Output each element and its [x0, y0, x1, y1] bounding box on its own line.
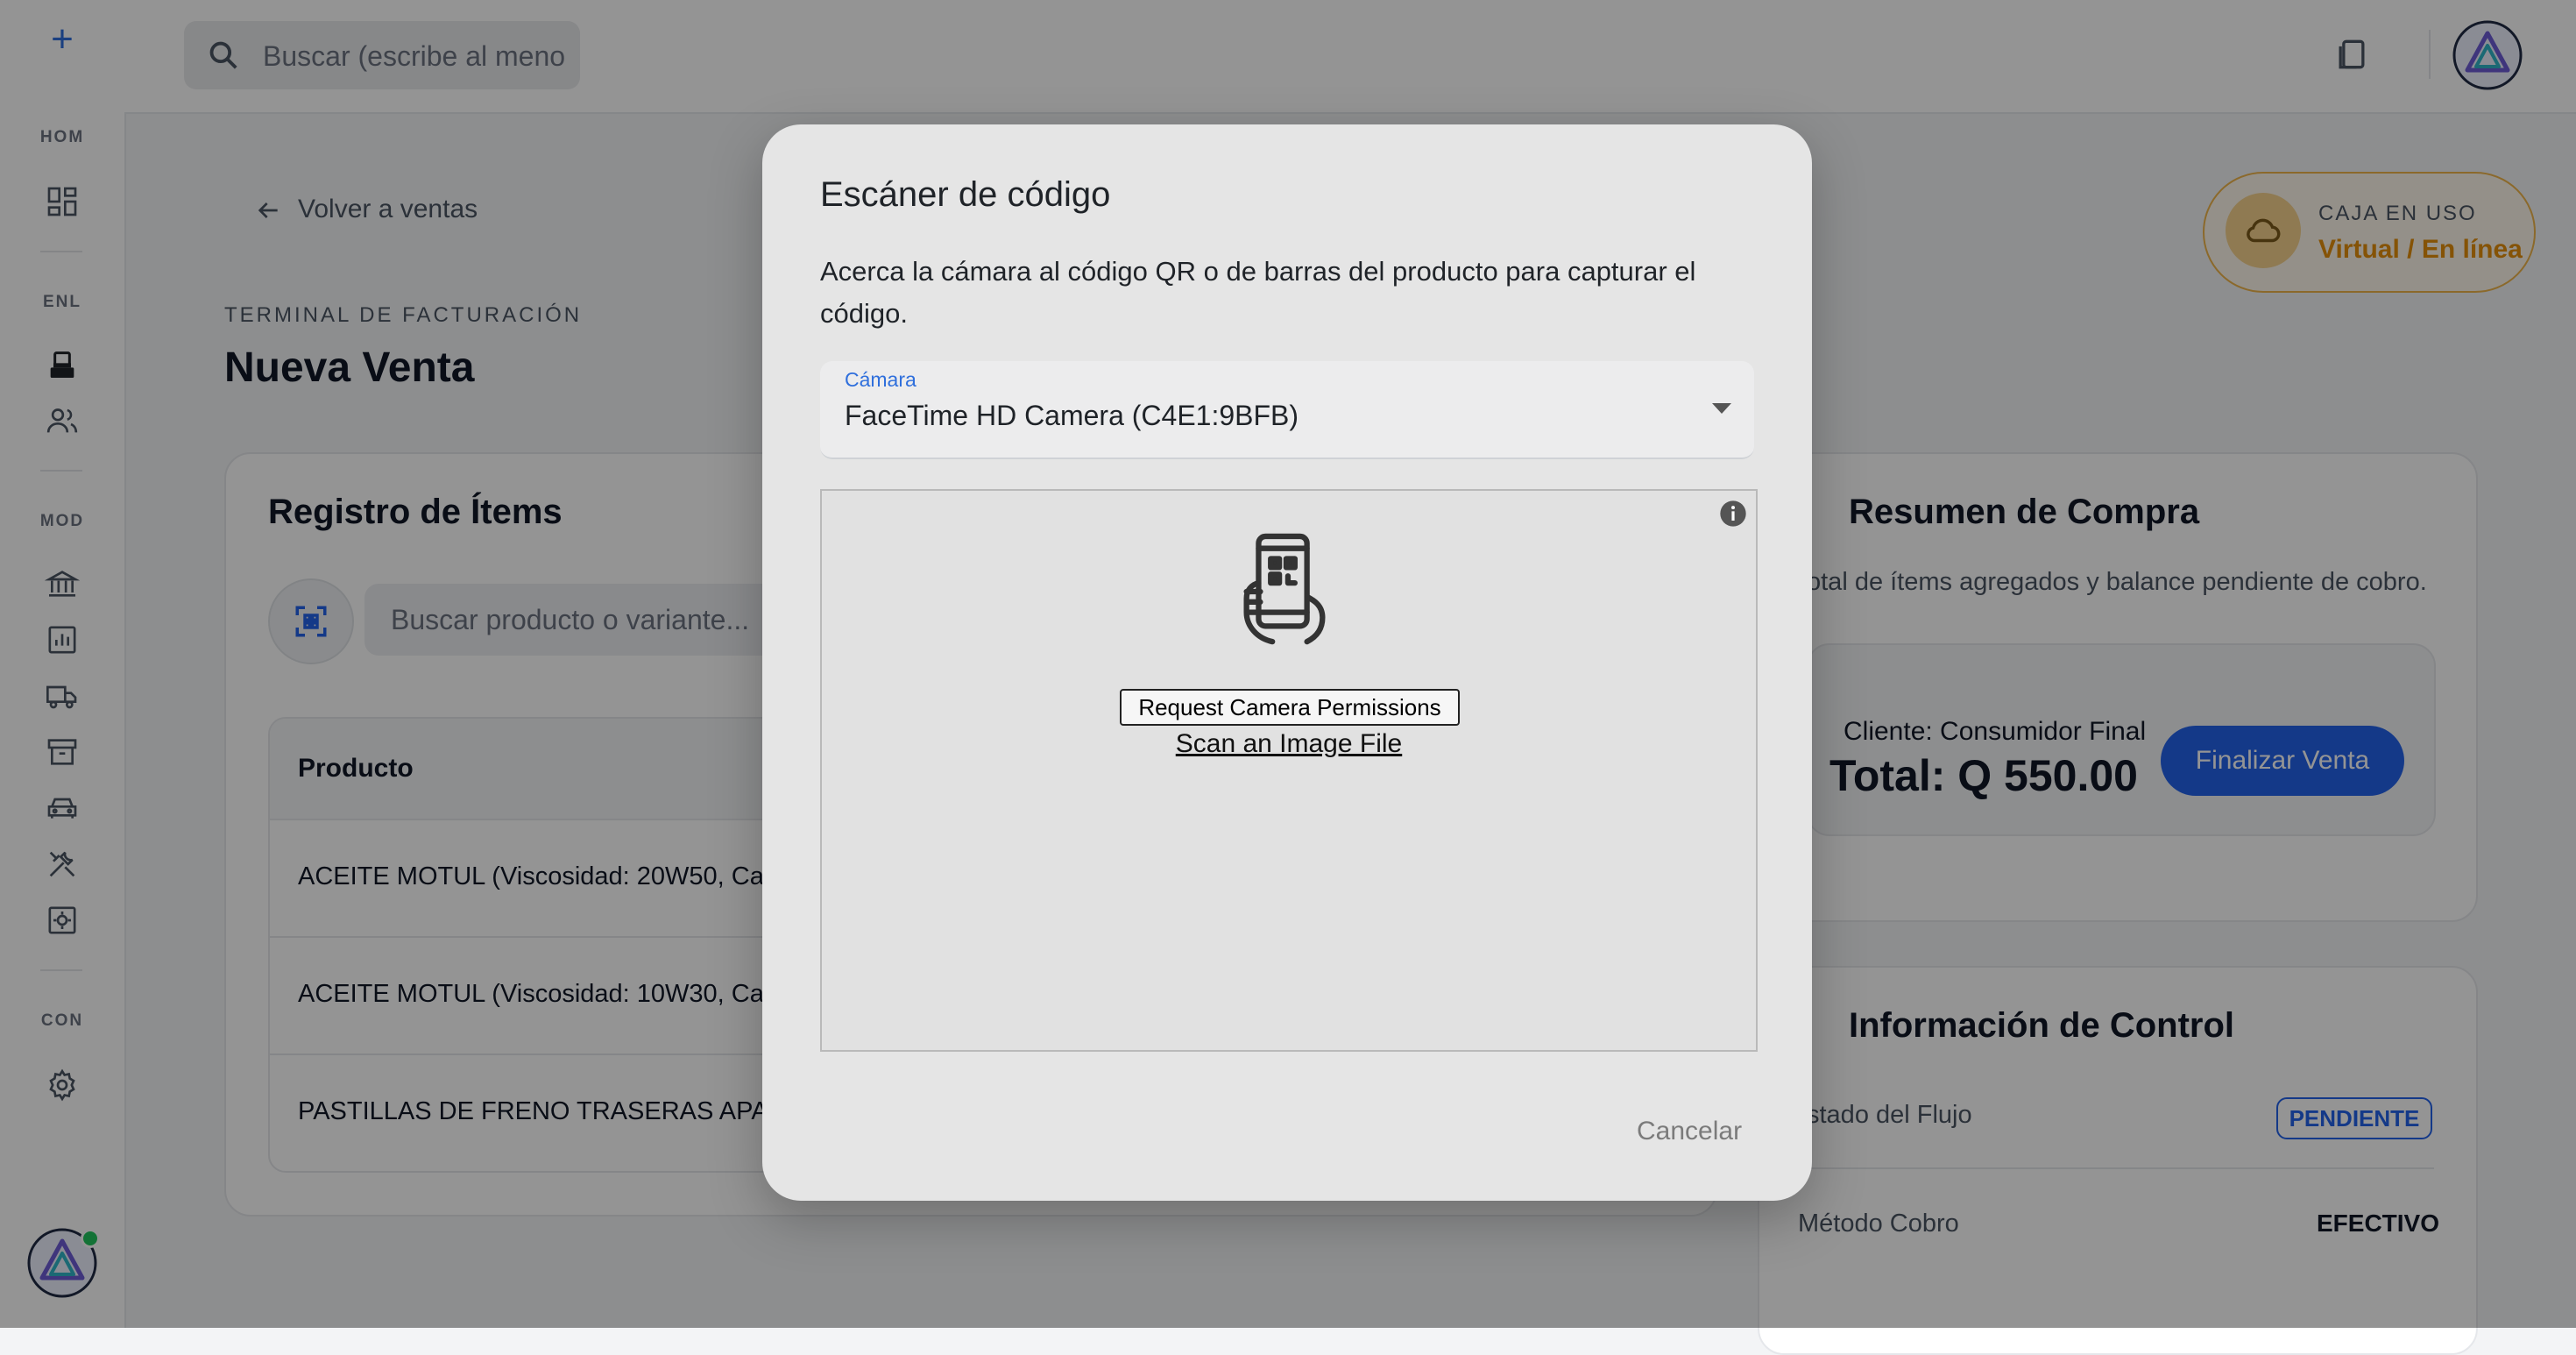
camera-select[interactable]: Cámara FaceTime HD Camera (C4E1:9BFB): [820, 361, 1754, 459]
cancel-button[interactable]: Cancelar: [1637, 1117, 1742, 1146]
dropdown-arrow-icon: [1712, 403, 1731, 414]
request-camera-permissions-button[interactable]: Request Camera Permissions: [1120, 689, 1460, 726]
scan-image-file-link[interactable]: Scan an Image File: [822, 729, 1756, 759]
info-icon[interactable]: [1719, 500, 1747, 528]
scanner-dialog: Escáner de código Acerca la cámara al có…: [762, 124, 1812, 1201]
dialog-title: Escáner de código: [820, 175, 1111, 214]
dialog-description: Acerca la cámara al código QR o de barra…: [820, 256, 1696, 329]
camera-select-label: Cámara: [845, 368, 916, 391]
camera-select-value: FaceTime HD Camera (C4E1:9BFB): [845, 400, 1299, 431]
phone-scan-icon: [1243, 533, 1326, 645]
scanner-region: Request Camera Permissions Scan an Image…: [820, 489, 1758, 1052]
